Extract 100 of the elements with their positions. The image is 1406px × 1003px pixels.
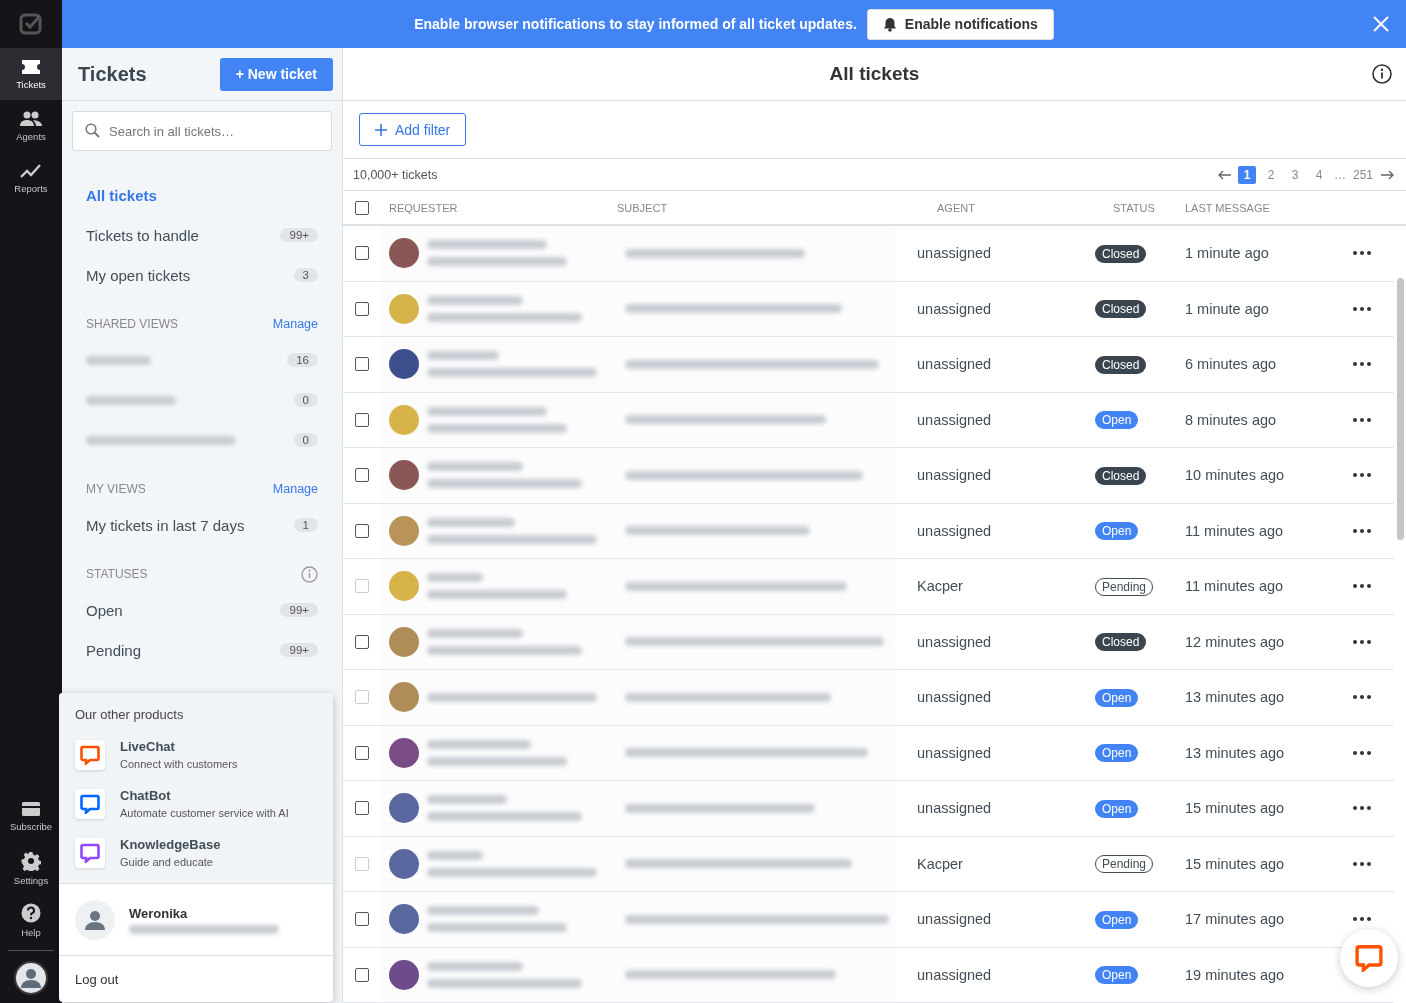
count-badge: 99+ [280, 228, 318, 242]
page-link[interactable]: 251 [1351, 165, 1374, 184]
people-icon [20, 110, 42, 127]
blurred-text [427, 850, 483, 860]
more-options-icon[interactable] [1353, 306, 1371, 311]
enable-notifications-button[interactable]: Enable notifications [866, 8, 1054, 40]
nav-item[interactable]: Reports [0, 152, 62, 204]
product-item[interactable]: LiveChat Connect with customers [75, 730, 317, 779]
column-header[interactable]: REQUESTER [381, 201, 617, 214]
arrow-right-icon[interactable] [1380, 169, 1394, 180]
view-item[interactable]: 16 [62, 340, 342, 380]
count-badge: 3 [293, 268, 318, 282]
row-checkbox[interactable] [355, 745, 369, 760]
product-description: Connect with customers [120, 758, 238, 770]
more-options-icon[interactable] [1353, 806, 1371, 811]
status-badge: Open [1095, 910, 1139, 929]
chat-button[interactable] [1340, 929, 1398, 987]
info-icon[interactable] [1372, 64, 1392, 84]
page-link[interactable]: 1 [1237, 165, 1256, 184]
row-checkbox[interactable] [355, 634, 369, 649]
more-options-icon[interactable] [1353, 417, 1371, 422]
page-title: All tickets [829, 63, 920, 85]
add-filter-button[interactable]: Add filter [359, 113, 467, 146]
nav-item[interactable]: Help [0, 894, 62, 946]
user-avatar [75, 899, 115, 940]
section-heading: SHARED VIEWS [86, 317, 178, 331]
manage-link[interactable]: Manage [272, 482, 318, 496]
row-checkbox[interactable] [355, 967, 369, 982]
more-options-icon[interactable] [1353, 917, 1371, 922]
more-options-icon[interactable] [1353, 750, 1371, 755]
last-message-cell-text: 11 minutes ago [1185, 578, 1285, 595]
last-message-cell-text: 13 minutes ago [1185, 689, 1286, 706]
column-header[interactable]: AGENT [917, 201, 1095, 214]
chat-bubble-icon [1355, 944, 1383, 972]
more-options-icon[interactable] [1353, 639, 1371, 644]
nav-item[interactable]: Settings [0, 842, 62, 894]
agent-cell-text: unassigned [917, 689, 993, 706]
status-badge: Open [1095, 522, 1139, 541]
column-header[interactable]: STATUS [1095, 201, 1185, 214]
product-description: Guide and educate [120, 856, 214, 868]
status-badge: Closed [1095, 300, 1147, 319]
row-checkbox[interactable] [355, 357, 369, 372]
page-link[interactable]: 4 [1309, 165, 1328, 184]
search-field[interactable]: Search in all tickets… [72, 111, 332, 151]
agent-cell-text: unassigned [917, 800, 993, 817]
more-options-icon[interactable] [1353, 528, 1371, 533]
count-badge: 99+ [280, 643, 318, 657]
new-ticket-button[interactable]: + New ticket [219, 57, 333, 91]
count-badge: 0 [293, 433, 318, 447]
more-options-icon[interactable] [1353, 362, 1371, 367]
select-all-checkbox[interactable] [355, 200, 369, 215]
row-checkbox[interactable] [355, 468, 369, 483]
more-options-icon[interactable] [1353, 861, 1371, 866]
view-item[interactable]: Pending 99+ [62, 630, 342, 670]
nav-item[interactable]: Agents [0, 100, 62, 152]
row-checkbox[interactable] [355, 523, 369, 538]
more-options-icon[interactable] [1353, 695, 1371, 700]
column-header[interactable]: SUBJECT [617, 201, 917, 214]
agent-cell-text: unassigned [917, 966, 993, 983]
product-item[interactable]: KnowledgeBase Guide and educate [75, 828, 317, 877]
page-link[interactable]: 3 [1285, 165, 1304, 184]
row-checkbox[interactable] [355, 801, 369, 816]
product-item[interactable]: ChatBot Automate customer service with AI [75, 779, 317, 828]
agent-cell-text: unassigned [917, 245, 993, 262]
scrollbar[interactable] [1397, 278, 1404, 540]
view-item[interactable]: Open 99+ [62, 590, 342, 630]
last-message-cell-text: 8 minutes ago [1185, 411, 1278, 428]
last-message-cell-text: 19 minutes ago [1185, 966, 1286, 983]
last-message-cell-text: 10 minutes ago [1185, 467, 1286, 484]
status-badge: Closed [1095, 244, 1147, 263]
view-item[interactable]: 0 [62, 420, 342, 460]
plus-icon [375, 123, 387, 136]
nav-item[interactable]: Subscribe [0, 790, 62, 842]
row-checkbox[interactable] [355, 301, 369, 316]
status-badge: Open [1095, 744, 1139, 763]
info-icon [301, 565, 318, 583]
page-link[interactable]: 2 [1261, 165, 1280, 184]
arrow-left-icon[interactable] [1217, 169, 1232, 180]
user-avatar[interactable] [14, 961, 48, 995]
count-badge: 0 [293, 393, 318, 407]
view-item[interactable]: All tickets [62, 175, 342, 215]
row-checkbox[interactable] [355, 246, 369, 261]
blurred-text [427, 351, 499, 361]
view-item[interactable]: My tickets in last 7 days 1 [62, 505, 342, 545]
nav-item[interactable]: Tickets [0, 48, 62, 100]
product-name: LiveChat [120, 739, 176, 754]
more-options-icon[interactable] [1353, 473, 1371, 478]
manage-link[interactable]: Manage [272, 317, 318, 331]
view-item[interactable]: Tickets to handle 99+ [62, 215, 342, 255]
product-name: ChatBot [120, 788, 172, 803]
close-icon[interactable] [1373, 16, 1389, 32]
row-checkbox[interactable] [355, 912, 369, 927]
agent-cell-text: unassigned [917, 411, 993, 428]
more-options-icon[interactable] [1353, 251, 1371, 256]
column-header[interactable]: LAST MESSAGE [1185, 201, 1325, 214]
more-options-icon[interactable] [1353, 584, 1371, 589]
logout-link[interactable]: Log out [59, 956, 333, 1002]
view-item[interactable]: 0 [62, 380, 342, 420]
view-item[interactable]: My open tickets 3 [62, 255, 342, 295]
row-checkbox[interactable] [355, 412, 369, 427]
